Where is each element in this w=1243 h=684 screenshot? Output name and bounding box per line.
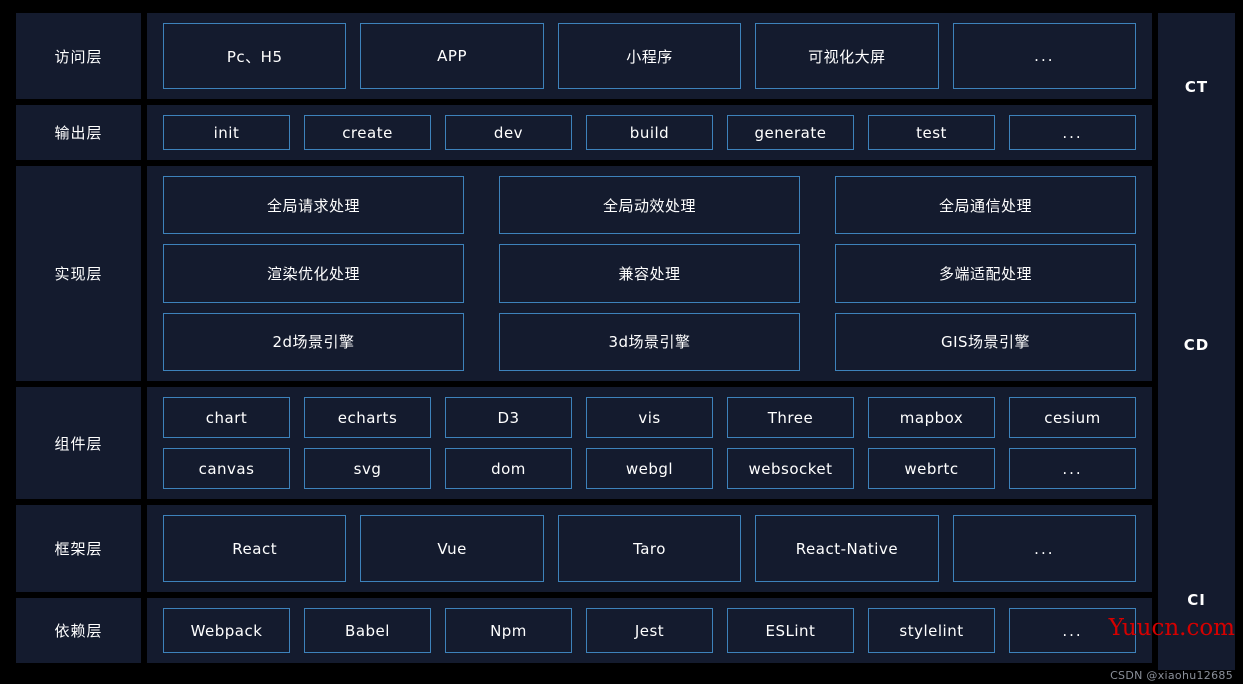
node-row: React Vue Taro React-Native ... (163, 515, 1137, 582)
node-item[interactable]: generate (727, 115, 854, 150)
layer-label-text: 依赖层 (54, 622, 103, 640)
pipeline-segment-ci: CI (1158, 530, 1235, 670)
node-row: 全局请求处理 全局动效处理 全局通信处理 (163, 176, 1136, 235)
layer-label-text: 实现层 (54, 265, 103, 283)
node-item[interactable]: ESLint (727, 608, 854, 653)
node-row: Pc、H5 APP 小程序 可视化大屏 ... (163, 23, 1137, 89)
node-item[interactable]: svg (304, 448, 431, 489)
layer-label-column: 访问层 输出层 实现层 组件层 框架层 依赖层 (16, 13, 141, 670)
node-item[interactable]: init (163, 115, 290, 150)
node-item[interactable]: 全局通信处理 (835, 176, 1136, 235)
node-item[interactable]: 3d场景引擎 (499, 312, 800, 371)
node-item[interactable]: Jest (586, 608, 713, 653)
layer-label-output: 输出层 (16, 105, 141, 160)
layer-label-access: 访问层 (16, 13, 141, 99)
node-item[interactable]: create (304, 115, 431, 150)
node-row: 2d场景引擎 3d场景引擎 GIS场景引擎 (163, 312, 1136, 371)
node-item[interactable]: APP (360, 23, 544, 89)
node-item[interactable]: 2d场景引擎 (163, 312, 464, 371)
layer-content-column: Pc、H5 APP 小程序 可视化大屏 ... init create dev … (147, 13, 1152, 670)
node-item[interactable]: dom (445, 448, 572, 489)
node-item[interactable]: React-Native (755, 515, 939, 582)
node-item-more[interactable]: ... (952, 23, 1137, 89)
node-item[interactable]: React (163, 515, 347, 582)
node-item[interactable]: Pc、H5 (163, 23, 347, 89)
node-item-more[interactable]: ... (1009, 448, 1136, 489)
layer-panel-component: chart echarts D3 vis Three mapbox cesium… (147, 387, 1152, 499)
node-item[interactable]: webgl (586, 448, 713, 489)
node-item[interactable]: 全局动效处理 (499, 176, 800, 235)
node-item[interactable]: dev (445, 115, 572, 150)
node-item[interactable]: chart (163, 397, 290, 438)
node-item[interactable]: build (586, 115, 713, 150)
node-item[interactable]: echarts (304, 397, 431, 438)
node-item[interactable]: 可视化大屏 (755, 23, 939, 89)
layer-label-text: 组件层 (54, 434, 103, 453)
node-item[interactable]: GIS场景引擎 (835, 312, 1136, 371)
pipeline-column: CT CD CI (1158, 13, 1235, 670)
layer-label-text: 输出层 (54, 124, 103, 142)
node-item[interactable]: stylelint (868, 608, 995, 653)
node-row: canvas svg dom webgl websocket webrtc ..… (163, 448, 1136, 489)
node-item[interactable]: D3 (445, 397, 572, 438)
node-item[interactable]: cesium (1009, 397, 1136, 438)
node-item[interactable]: vis (586, 397, 713, 438)
layer-panel-output: init create dev build generate test ... (147, 105, 1152, 160)
node-item[interactable]: 渲染优化处理 (163, 244, 464, 303)
node-item[interactable]: Babel (304, 608, 431, 653)
node-item[interactable]: mapbox (868, 397, 995, 438)
pipeline-segment-cd: CD (1158, 160, 1235, 530)
pipeline-segment-ct: CT (1158, 13, 1235, 160)
pipeline-label: CD (1183, 336, 1210, 354)
architecture-diagram: 访问层 输出层 实现层 组件层 框架层 依赖层 Pc、H5 APP 小程序 可视… (0, 0, 1243, 684)
node-item[interactable]: test (868, 115, 995, 150)
layer-label-implementation: 实现层 (16, 166, 141, 381)
node-row: Webpack Babel Npm Jest ESLint stylelint … (163, 608, 1136, 653)
node-item[interactable]: canvas (163, 448, 290, 489)
node-item[interactable]: websocket (727, 448, 854, 489)
pipeline-label: CT (1184, 77, 1209, 96)
node-item-more[interactable]: ... (1009, 608, 1136, 653)
node-item[interactable]: webrtc (868, 448, 995, 489)
node-item[interactable]: Webpack (163, 608, 290, 653)
layer-label-dependency: 依赖层 (16, 598, 141, 663)
node-item[interactable]: Three (727, 397, 854, 438)
node-item[interactable]: Npm (445, 608, 572, 653)
node-item[interactable]: 多端适配处理 (835, 244, 1136, 303)
node-item[interactable]: 小程序 (557, 23, 742, 89)
layer-panel-implementation: 全局请求处理 全局动效处理 全局通信处理 渲染优化处理 兼容处理 多端适配处理 … (147, 166, 1152, 381)
node-item[interactable]: 兼容处理 (499, 244, 800, 303)
pipeline-label: CI (1187, 591, 1206, 609)
layer-label-text: 框架层 (54, 540, 103, 558)
node-item-more[interactable]: ... (952, 515, 1137, 582)
layer-panel-framework: React Vue Taro React-Native ... (147, 505, 1152, 592)
node-row: init create dev build generate test ... (163, 115, 1136, 150)
layer-label-text: 访问层 (54, 47, 103, 66)
node-row: 渲染优化处理 兼容处理 多端适配处理 (163, 244, 1136, 303)
layer-panel-access: Pc、H5 APP 小程序 可视化大屏 ... (147, 13, 1152, 99)
node-row: chart echarts D3 vis Three mapbox cesium (163, 397, 1136, 438)
layer-label-framework: 框架层 (16, 505, 141, 592)
layer-label-component: 组件层 (16, 387, 141, 499)
node-item[interactable]: 全局请求处理 (163, 176, 464, 235)
node-item[interactable]: Taro (557, 515, 742, 582)
layer-panel-dependency: Webpack Babel Npm Jest ESLint stylelint … (147, 598, 1152, 663)
watermark-credit: CSDN @xiaohu12685 (1110, 669, 1233, 682)
node-item[interactable]: Vue (360, 515, 544, 582)
node-item-more[interactable]: ... (1009, 115, 1136, 150)
diagram-frame: 访问层 输出层 实现层 组件层 框架层 依赖层 Pc、H5 APP 小程序 可视… (0, 13, 1243, 670)
